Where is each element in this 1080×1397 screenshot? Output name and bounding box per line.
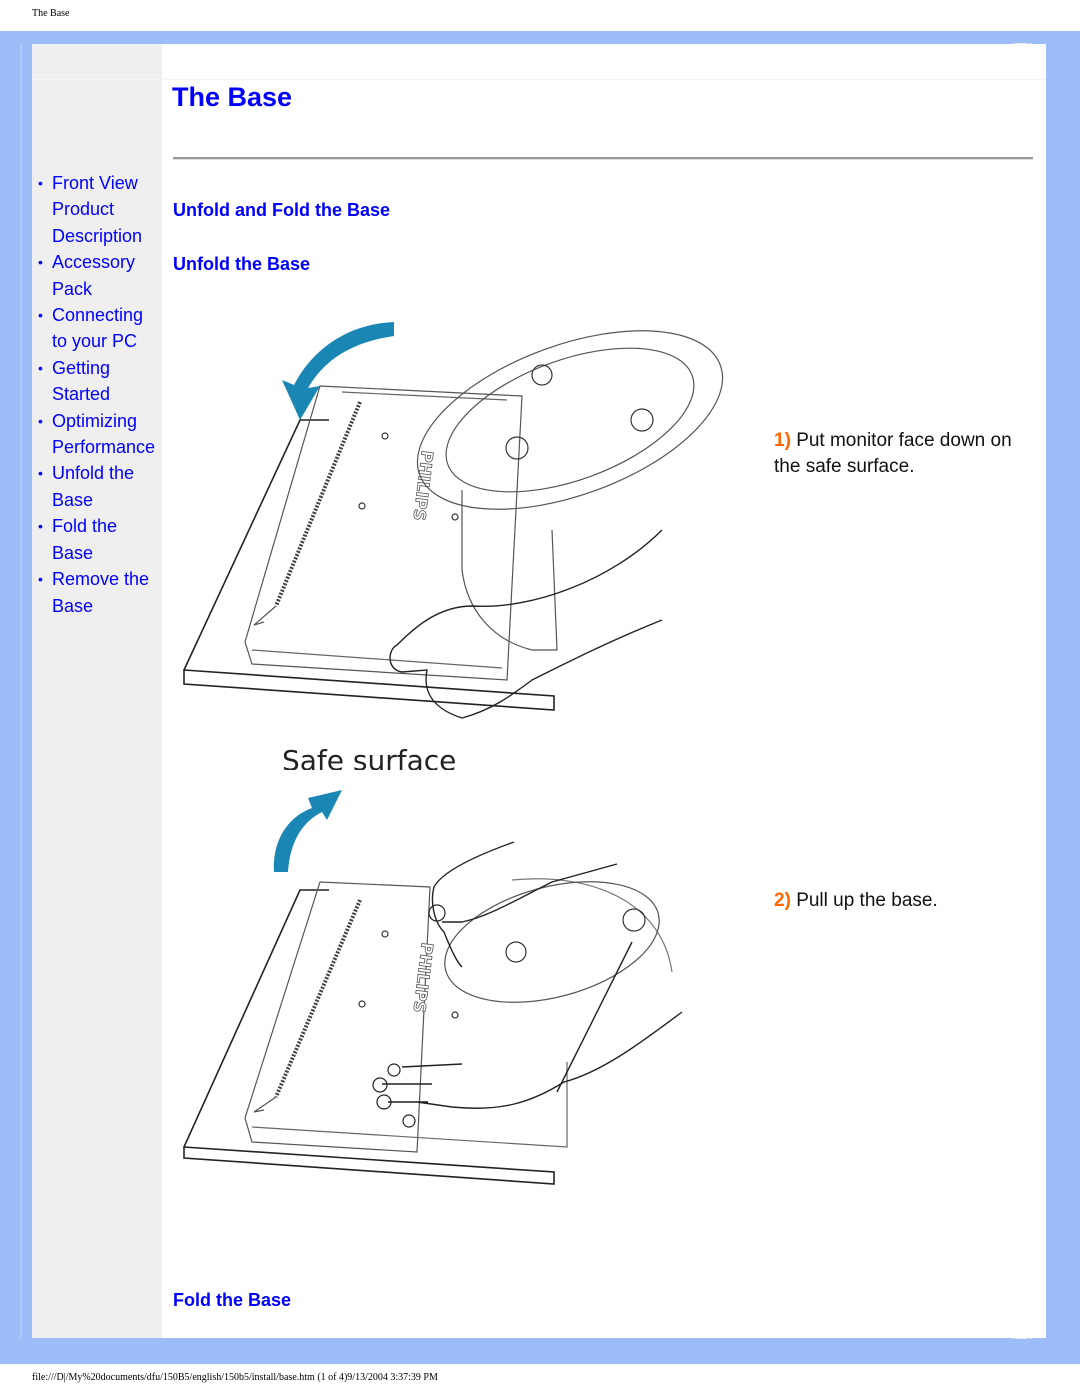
sidebar-item-connecting[interactable]: • Connecting to your PC: [32, 302, 164, 355]
sidebar-item-optimizing[interactable]: • Optimizing Performance: [32, 408, 164, 461]
sidebar-link[interactable]: Remove the Base: [52, 569, 149, 615]
sidebar-item-getting-started[interactable]: • Getting Started: [32, 355, 164, 408]
step-number: 1): [774, 430, 791, 451]
step-2: 2) Pull up the base.: [774, 888, 1034, 914]
safe-surface: [183, 419, 555, 711]
page-title: The Base: [172, 82, 293, 112]
sidebar-link[interactable]: Accessory Pack: [52, 252, 135, 298]
subsection-heading-fold: Fold the Base: [173, 1290, 292, 1310]
frame-inner-line: [20, 44, 22, 1338]
sidebar-nav: • Front View Product Description • Accesso…: [32, 170, 164, 619]
sidebar-item-fold-base[interactable]: • Fold the Base: [32, 513, 164, 566]
sidebar-link[interactable]: Getting Started: [52, 358, 110, 404]
sidebar-item-front-view[interactable]: • Front View Product Description: [32, 170, 164, 249]
bullet-icon: •: [38, 571, 43, 588]
hand: [382, 1011, 683, 1109]
subsection-heading-unfold: Unfold the Base: [173, 254, 311, 274]
hand: [389, 529, 663, 719]
print-footer: file:///D|/My%20documents/dfu/150B5/engl…: [32, 1372, 438, 1383]
bullet-icon: •: [38, 465, 43, 482]
page-frame: • Front View Product Description • Accesso…: [0, 31, 1080, 1364]
bullet-icon: •: [38, 175, 43, 191]
bullet-icon: •: [38, 518, 43, 535]
step-text: Pull up the base.: [796, 890, 938, 911]
sidebar-link[interactable]: Optimizing Performance: [52, 411, 155, 457]
sidebar-item-unfold-base[interactable]: • Unfold the Base: [32, 460, 164, 513]
illustration-face-down: PHILIPS Safe surface: [183, 322, 724, 770]
step-1: 1) Put monitor face down on the safe sur…: [774, 428, 1034, 480]
safe-surface: [183, 889, 555, 1185]
bullet-icon: •: [38, 254, 43, 271]
vent-strip: [274, 401, 362, 607]
step-number: 2): [774, 890, 791, 911]
print-header: The Base: [32, 8, 70, 19]
top-divider: [32, 79, 1046, 80]
sidebar-item-accessory-pack[interactable]: • Accessory Pack: [32, 249, 164, 302]
safe-surface-caption: Safe surface: [282, 744, 456, 770]
rotate-arrow-icon: [282, 322, 394, 420]
section-heading: Unfold and Fold the Base: [173, 200, 391, 220]
illustration-pull-up-base: PHILIPS: [183, 790, 683, 1185]
step-text: Put monitor face down on the safe surfac…: [774, 430, 1012, 477]
sidebar-link[interactable]: Fold the Base: [52, 516, 117, 562]
sidebar-item-remove-base[interactable]: • Remove the Base: [32, 566, 164, 619]
sidebar-link[interactable]: Unfold the Base: [52, 463, 134, 509]
monitor-back: [244, 385, 523, 681]
philips-logo: PHILIPS: [409, 450, 436, 522]
bullet-icon: •: [38, 359, 43, 376]
title-divider: [173, 157, 1033, 159]
page-content: • Front View Product Description • Accesso…: [32, 44, 1046, 1338]
rotate-arrow-icon: [273, 790, 342, 872]
bullet-icon: •: [38, 307, 43, 324]
monitor-back: [244, 881, 431, 1153]
sidebar-link[interactable]: Connecting to your PC: [52, 305, 143, 351]
bullet-icon: •: [38, 412, 43, 429]
vent-strip: [274, 899, 362, 1098]
philips-logo: PHILIPS: [409, 942, 436, 1014]
sidebar-link[interactable]: Front View Product Description: [52, 173, 142, 246]
